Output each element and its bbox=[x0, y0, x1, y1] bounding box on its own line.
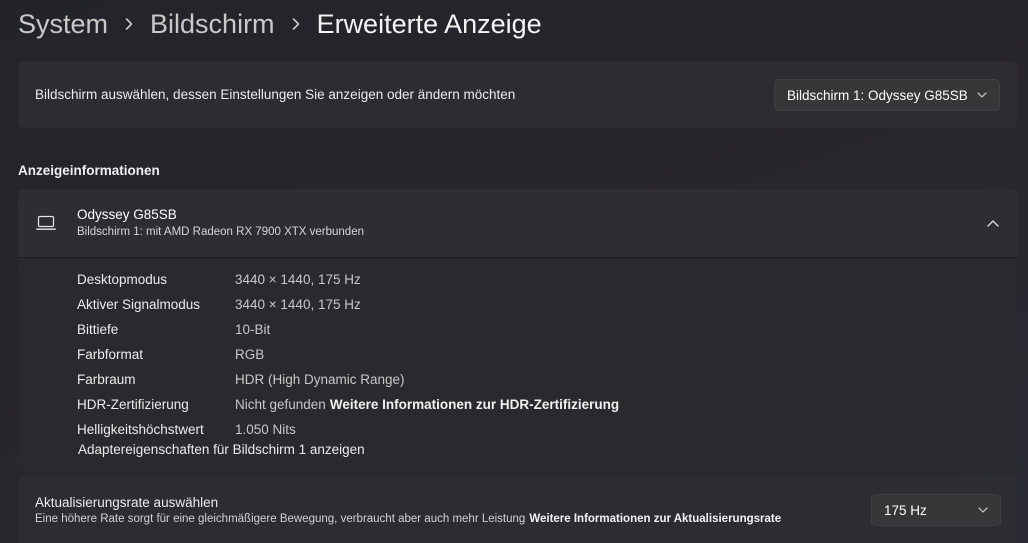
refresh-rate-value: 175 Hz bbox=[884, 502, 927, 518]
chevron-down-icon bbox=[977, 92, 987, 98]
page-title: Erweiterte Anzeige bbox=[316, 8, 542, 39]
refresh-rate-title: Aktualisierungsrate auswählen bbox=[35, 495, 219, 510]
info-value: 10-Bit bbox=[235, 322, 271, 337]
device-subtitle: Bildschirm 1: mit AMD Radeon RX 7900 XTX… bbox=[77, 226, 364, 238]
breadcrumb: System Bildschirm Erweiterte Anzeige bbox=[18, 6, 542, 42]
adapter-properties-link[interactable]: Adaptereigenschaften für Bildschirm 1 an… bbox=[78, 442, 365, 457]
hdr-certification-link[interactable]: Weitere Informationen zur HDR-Zertifizie… bbox=[330, 397, 619, 412]
breadcrumb-item-bildschirm[interactable]: Bildschirm bbox=[150, 9, 275, 40]
info-value: Nicht gefunden bbox=[235, 397, 326, 412]
info-label: HDR-Zertifizierung bbox=[77, 397, 189, 412]
info-row-color-format: Farbformat RGB bbox=[77, 342, 619, 367]
info-row-hdr-certification: HDR-Zertifizierung Nicht gefunden Weiter… bbox=[77, 392, 619, 417]
collapse-button[interactable] bbox=[975, 207, 1011, 239]
info-row-active-signal-mode: Aktiver Signalmodus 3440 × 1440, 175 Hz bbox=[77, 292, 619, 317]
monitor-select-card: Bildschirm auswählen, dessen Einstellung… bbox=[18, 61, 1017, 128]
info-row-color-space: Farbraum HDR (High Dynamic Range) bbox=[77, 367, 619, 392]
display-info-expander-header[interactable]: Odyssey G85SB Bildschirm 1: mit AMD Rade… bbox=[18, 189, 1017, 257]
info-label: Helligkeitshöchstwert bbox=[77, 422, 204, 437]
laptop-icon bbox=[36, 215, 56, 231]
display-info-details: Desktopmodus 3440 × 1440, 175 Hz Aktiver… bbox=[18, 258, 1017, 471]
info-label: Desktopmodus bbox=[77, 272, 168, 287]
refresh-rate-info-link[interactable]: Weitere Informationen zur Aktualisierung… bbox=[529, 513, 781, 525]
info-label: Farbformat bbox=[77, 347, 144, 362]
info-value: 1.050 Nits bbox=[235, 422, 296, 437]
info-value: 3440 × 1440, 175 Hz bbox=[235, 272, 361, 287]
info-row-peak-brightness: Helligkeitshöchstwert 1.050 Nits bbox=[77, 417, 619, 442]
refresh-rate-description-text: Eine höhere Rate sorgt für eine gleichmä… bbox=[35, 513, 526, 525]
chevron-right-icon bbox=[275, 6, 317, 42]
section-title-display-info: Anzeigeinformationen bbox=[18, 163, 160, 178]
refresh-rate-dropdown[interactable]: 175 Hz bbox=[871, 494, 1001, 526]
info-row-bit-depth: Bittiefe 10-Bit bbox=[77, 317, 619, 342]
chevron-up-icon bbox=[987, 219, 999, 227]
info-label: Bittiefe bbox=[77, 322, 119, 337]
refresh-rate-description: Eine höhere Rate sorgt für eine gleichmä… bbox=[35, 513, 781, 525]
chevron-down-icon bbox=[978, 507, 988, 513]
info-value: RGB bbox=[235, 347, 265, 362]
monitor-select-dropdown[interactable]: Bildschirm 1: Odyssey G85SB bbox=[774, 79, 1000, 111]
chevron-right-icon bbox=[108, 6, 150, 42]
monitor-select-label: Bildschirm auswählen, dessen Einstellung… bbox=[35, 87, 516, 102]
info-row-desktop-mode: Desktopmodus 3440 × 1440, 175 Hz bbox=[77, 267, 619, 292]
device-name: Odyssey G85SB bbox=[77, 207, 177, 222]
refresh-rate-card: Aktualisierungsrate auswählen Eine höher… bbox=[18, 477, 1017, 543]
info-value: 3440 × 1440, 175 Hz bbox=[235, 297, 361, 312]
info-value: HDR (High Dynamic Range) bbox=[235, 372, 405, 387]
monitor-select-value: Bildschirm 1: Odyssey G85SB bbox=[787, 87, 968, 103]
info-rows: Desktopmodus 3440 × 1440, 175 Hz Aktiver… bbox=[77, 267, 619, 442]
info-label: Farbraum bbox=[77, 372, 136, 387]
breadcrumb-item-system[interactable]: System bbox=[18, 9, 108, 40]
info-label: Aktiver Signalmodus bbox=[77, 297, 201, 312]
